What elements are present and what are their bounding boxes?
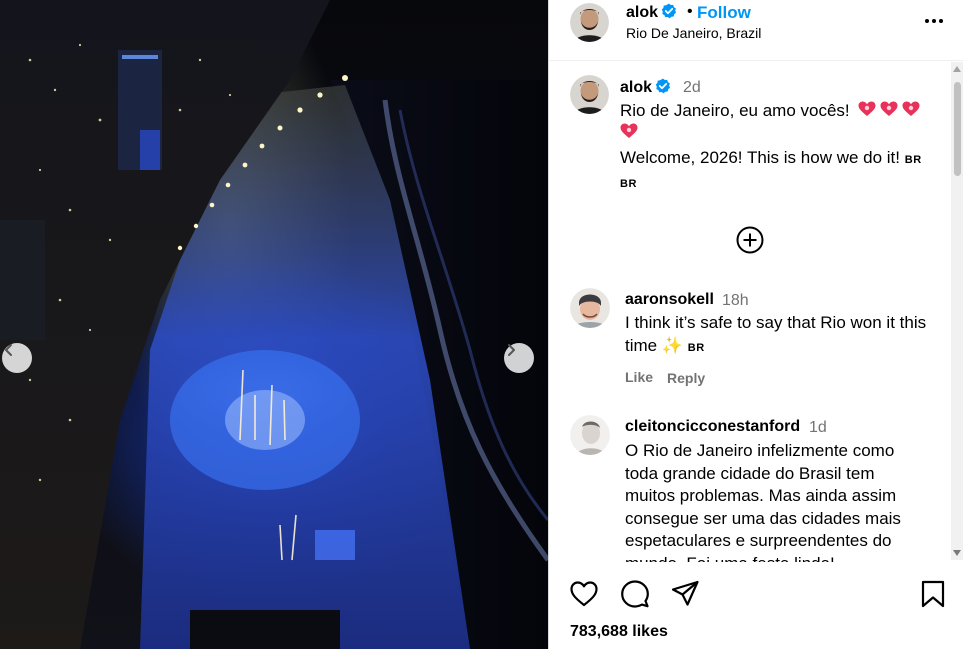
- previous-image-button[interactable]: [2, 343, 32, 373]
- heart-emoji-icon: [858, 101, 876, 116]
- heart-emoji-icon: [880, 101, 898, 116]
- heart-emoji-icon: [620, 123, 638, 138]
- next-image-button[interactable]: [504, 343, 534, 373]
- post-photo: [0, 0, 548, 649]
- caption-avatar-image: [570, 75, 609, 114]
- post-details-panel: alok • Follow Rio De Janeiro, Brazil alo…: [548, 0, 963, 649]
- chevron-left-icon: [5, 344, 12, 356]
- aerial-concert-image: [0, 0, 548, 649]
- commenter-username[interactable]: aaronsokell: [625, 291, 714, 309]
- comment-timestamp[interactable]: 18h: [722, 292, 749, 310]
- comments-list[interactable]: alok 2d Rio de Janeiro, eu amo vocês! We…: [549, 62, 963, 562]
- sparkles-emoji: ✨: [661, 335, 684, 355]
- commenter-avatar[interactable]: [570, 415, 610, 455]
- commenter-avatar-image: [570, 288, 610, 328]
- chevron-right-icon: [508, 344, 515, 356]
- comment-bubble-icon[interactable]: [620, 579, 650, 609]
- commenter-avatar-image: [570, 415, 610, 455]
- likes-count[interactable]: 783,688 likes: [570, 623, 668, 641]
- post-actions-bar: [549, 0, 963, 608]
- comment-like-button[interactable]: Like: [625, 369, 653, 385]
- caption-username-text: alok: [620, 79, 653, 96]
- plus-circle-icon[interactable]: [735, 225, 765, 255]
- comment-timestamp[interactable]: 1d: [809, 419, 827, 437]
- comment-text: I think it’s safe to say that Rio won it…: [625, 312, 935, 359]
- caption-line-2: Welcome, 2026! This is how we do it! BR …: [620, 147, 922, 195]
- heart-emoji-icon: [902, 101, 920, 116]
- comment-reply-button[interactable]: Reply: [667, 370, 705, 386]
- brazil-flag-emoji: BR: [620, 178, 637, 190]
- brazil-flag-emoji: BR: [687, 341, 705, 354]
- caption-username[interactable]: alok: [620, 78, 671, 97]
- brazil-flag-emoji: BR: [904, 154, 922, 166]
- caption-line-2-text: Welcome, 2026! This is how we do it!: [620, 148, 901, 167]
- paper-plane-icon[interactable]: [670, 579, 700, 609]
- scroll-down-arrow-icon[interactable]: [953, 550, 961, 556]
- comments-scrollbar[interactable]: [951, 62, 963, 560]
- comment-text: O Rio de Janeiro infelizmente como toda …: [625, 441, 901, 562]
- caption-timestamp[interactable]: 2d: [683, 79, 701, 97]
- caption-line-1-text: Rio de Janeiro, eu amo vocês!: [620, 101, 850, 120]
- caption-line-1: Rio de Janeiro, eu amo vocês!: [620, 100, 940, 144]
- bookmark-icon[interactable]: [918, 579, 948, 609]
- scroll-up-arrow-icon[interactable]: [953, 66, 961, 72]
- verified-badge-icon: [655, 78, 671, 94]
- scrollbar-thumb[interactable]: [954, 82, 961, 176]
- caption-author-avatar[interactable]: [570, 75, 609, 114]
- commenter-username[interactable]: cleitoncicconestanford: [625, 418, 800, 436]
- commenter-avatar[interactable]: [570, 288, 610, 328]
- heart-icon[interactable]: [569, 579, 599, 609]
